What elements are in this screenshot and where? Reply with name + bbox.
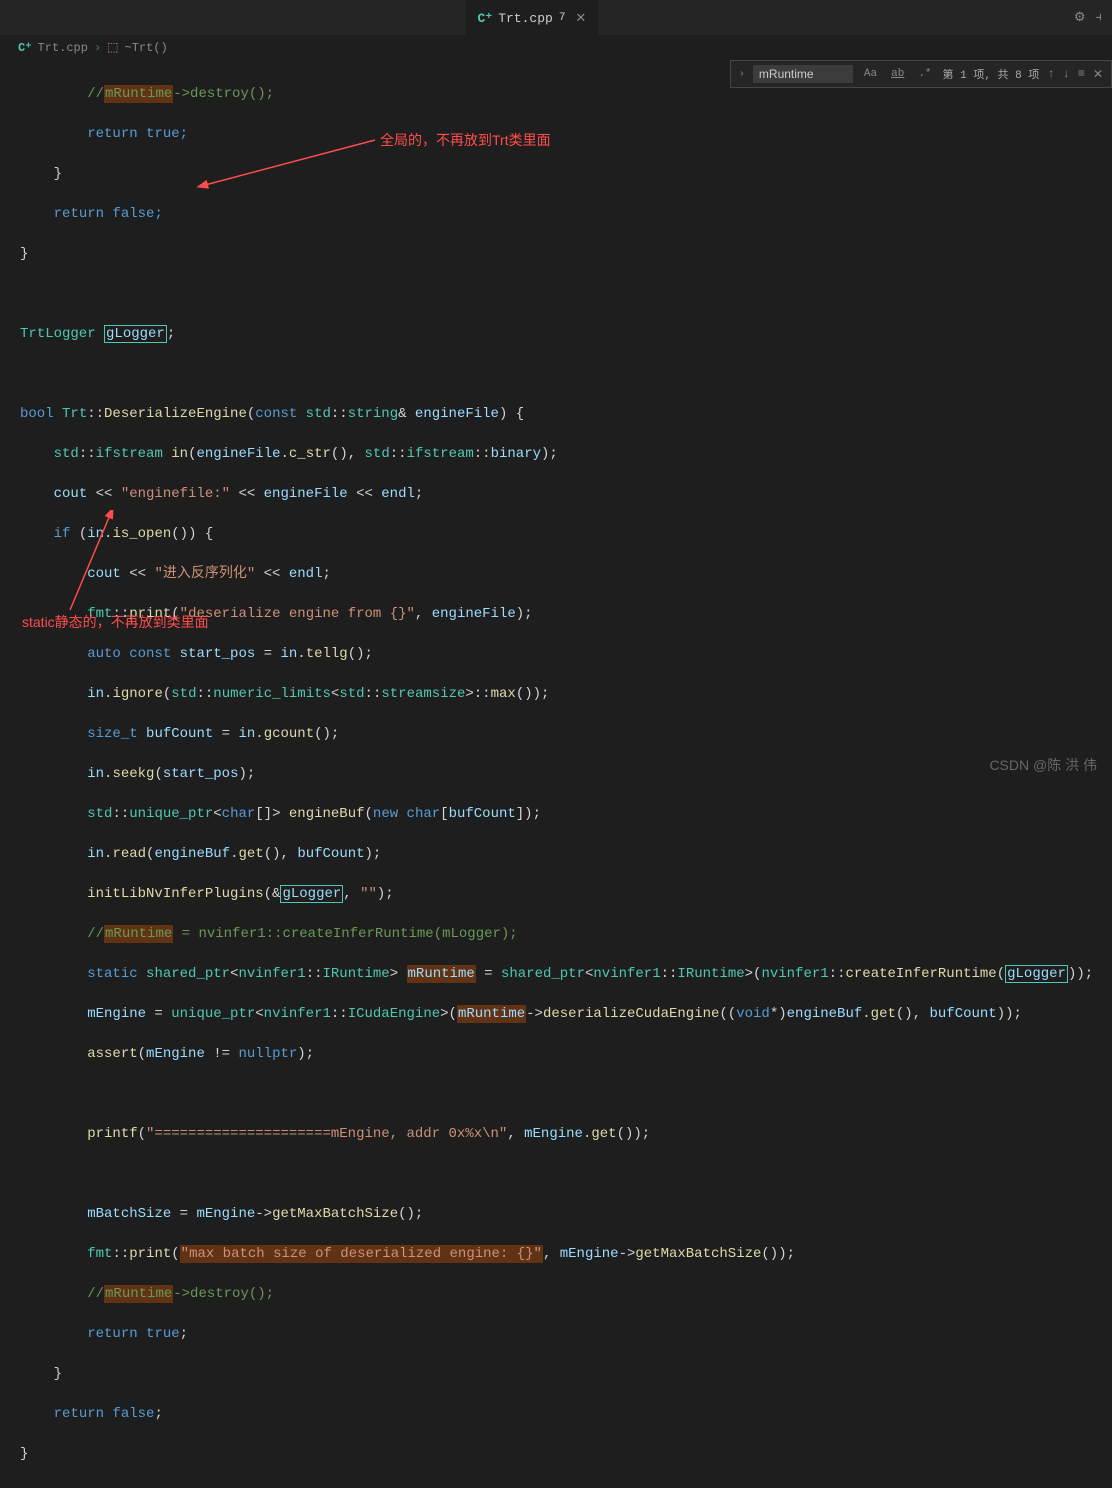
next-match-icon[interactable]: ↓ bbox=[1063, 67, 1070, 81]
cpp-file-icon: C⁺ bbox=[18, 40, 32, 55]
breadcrumb-symbol[interactable]: ~Trt() bbox=[125, 41, 168, 55]
settings-icon[interactable]: ⚙ bbox=[1074, 10, 1086, 25]
search-result-count: 第 1 项, 共 8 项 bbox=[943, 66, 1040, 82]
whole-word-toggle[interactable]: ab bbox=[888, 67, 907, 81]
code-editor[interactable]: //mRuntime->destroy(); return true; } re… bbox=[0, 60, 1112, 1488]
expand-replace-icon[interactable]: › bbox=[739, 69, 745, 80]
tab-filename: Trt.cpp bbox=[498, 11, 553, 26]
editor-tab-trt-cpp[interactable]: C⁺ Trt.cpp 7 ✕ bbox=[466, 0, 599, 35]
cpp-file-icon: C⁺ bbox=[478, 11, 493, 26]
cube-icon: ⬚ bbox=[107, 40, 118, 55]
breadcrumb-bar[interactable]: C⁺ Trt.cpp › ⬚ ~Trt() bbox=[0, 35, 1112, 60]
tab-modified-badge: 7 bbox=[559, 12, 566, 24]
tab-bar: C⁺ Trt.cpp 7 ✕ ⚙ ⫞ bbox=[0, 0, 1112, 35]
find-panel: › Aa ab .* 第 1 项, 共 8 项 ↑ ↓ ≡ ✕ bbox=[730, 60, 1112, 88]
close-find-icon[interactable]: ✕ bbox=[1093, 67, 1103, 82]
find-in-selection-icon[interactable]: ≡ bbox=[1078, 67, 1085, 81]
breadcrumb-file[interactable]: Trt.cpp bbox=[38, 41, 88, 55]
breadcrumb-separator: › bbox=[94, 41, 101, 55]
search-input[interactable] bbox=[753, 65, 853, 83]
prev-match-icon[interactable]: ↑ bbox=[1047, 67, 1054, 81]
regex-toggle[interactable]: .* bbox=[915, 67, 934, 81]
tab-close-icon[interactable]: ✕ bbox=[575, 11, 586, 26]
match-case-toggle[interactable]: Aa bbox=[861, 67, 880, 81]
editor-actions: ⚙ ⫞ bbox=[1064, 10, 1112, 25]
split-editor-icon[interactable]: ⫞ bbox=[1096, 10, 1103, 25]
